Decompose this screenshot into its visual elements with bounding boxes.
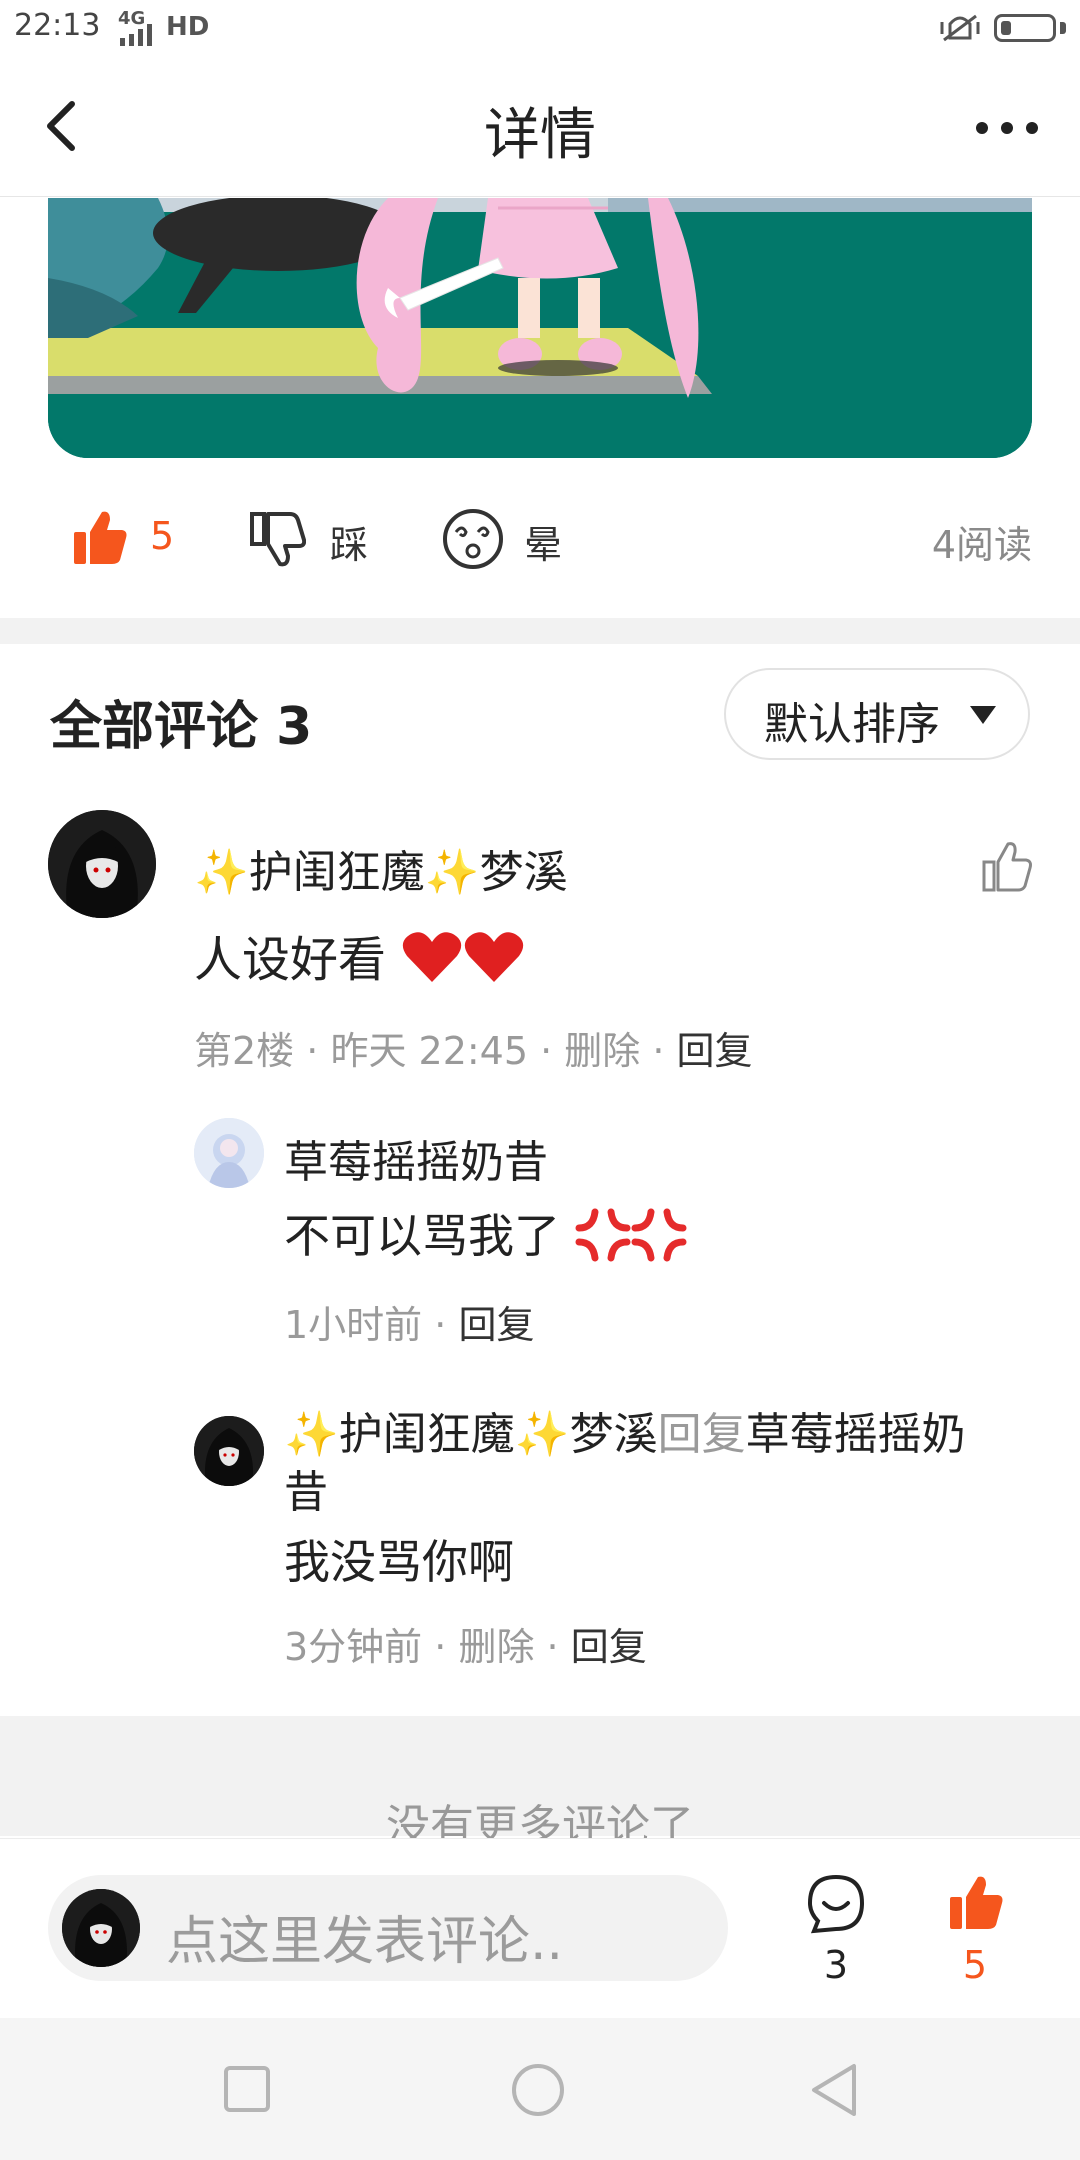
comment-bubble-icon[interactable]	[806, 1873, 866, 1935]
sparkles-icon: ✨	[284, 1409, 339, 1460]
sparkles-icon: ✨	[424, 847, 480, 898]
like-count: 5	[150, 514, 175, 558]
caret-down-icon	[970, 706, 996, 724]
post-illustration	[48, 198, 1032, 458]
sparkles-icon: ✨	[194, 847, 249, 898]
reply-author[interactable]: 草莓摇摇奶昔	[284, 1126, 548, 1190]
reply-target-wrap[interactable]: 昔	[284, 1456, 328, 1520]
reply-link[interactable]: 回复	[677, 1029, 753, 1073]
section-divider	[0, 618, 1080, 644]
recent-apps-icon[interactable]	[222, 2064, 272, 2114]
dizzy-label[interactable]: 晕	[524, 514, 562, 569]
avatar[interactable]	[48, 810, 156, 918]
delete-link[interactable]: 删除	[458, 1625, 534, 1669]
sparkles-icon: ✨	[514, 1409, 570, 1460]
dizzy-face-icon[interactable]	[442, 508, 504, 570]
sort-label: 默认排序	[764, 699, 940, 750]
vibrate-icon	[940, 14, 980, 42]
post-image[interactable]	[48, 198, 1032, 458]
signal-icon	[120, 24, 152, 46]
delete-link[interactable]: 删除	[564, 1029, 640, 1073]
comment-placeholder: 点这里发表评论..	[166, 1912, 564, 1972]
reply-link[interactable]: 回复	[571, 1625, 647, 1669]
page-title: 详情	[484, 103, 596, 168]
reply-link[interactable]: 回复	[458, 1303, 534, 1347]
hd-indicator: HD	[166, 12, 210, 42]
reply-meta: 1小时前 · 回复	[284, 1303, 535, 1347]
comments-title: 全部评论 3	[50, 697, 313, 757]
avatar[interactable]	[194, 1118, 264, 1188]
thumbs-up-outline-icon[interactable]	[980, 838, 1036, 894]
anger-icon	[631, 1208, 687, 1262]
avatar	[62, 1889, 140, 1967]
like-icon[interactable]	[948, 1873, 1004, 1931]
comment-author[interactable]: ✨护闺狂魔✨梦溪	[194, 836, 568, 900]
avatar[interactable]	[194, 1416, 264, 1486]
anger-icon	[575, 1208, 631, 1262]
dislike-icon[interactable]	[250, 510, 306, 568]
comment-bar: 点这里发表评论.. 3 5	[0, 1838, 1080, 2019]
reply-target[interactable]: 草莓摇摇奶	[746, 1409, 966, 1460]
like-count: 5	[962, 1943, 988, 1987]
app-header: 详情	[0, 60, 1080, 197]
comment-text: 人设好看	[194, 920, 525, 990]
reply-text: 我没骂你啊	[284, 1535, 514, 1589]
reply-author-line[interactable]: ✨护闺狂魔✨梦溪回复草莓摇摇奶	[284, 1398, 966, 1462]
status-time: 22:13	[14, 8, 101, 43]
read-count: 4阅读	[931, 523, 1032, 567]
sort-dropdown[interactable]: 默认排序	[724, 668, 1030, 760]
heart-icon	[403, 932, 462, 982]
comment-input[interactable]: 点这里发表评论..	[48, 1875, 728, 1981]
more-options-icon[interactable]	[972, 118, 1042, 138]
comment-meta: 第2楼 · 昨天 22:45 · 删除 · 回复	[194, 1029, 753, 1073]
reply-text: 不可以骂我了	[284, 1200, 687, 1266]
back-nav-icon[interactable]	[808, 2062, 860, 2118]
comment-count: 3	[823, 1943, 849, 1987]
battery-icon	[994, 14, 1056, 42]
system-nav-bar	[0, 2018, 1080, 2160]
dislike-label[interactable]: 踩	[330, 514, 368, 569]
status-bar: 22:13 4G HD	[0, 0, 1080, 60]
like-icon[interactable]	[72, 508, 128, 566]
home-icon[interactable]	[510, 2062, 566, 2118]
heart-icon	[465, 932, 524, 982]
reply-meta: 3分钟前 · 删除 · 回复	[284, 1625, 647, 1669]
